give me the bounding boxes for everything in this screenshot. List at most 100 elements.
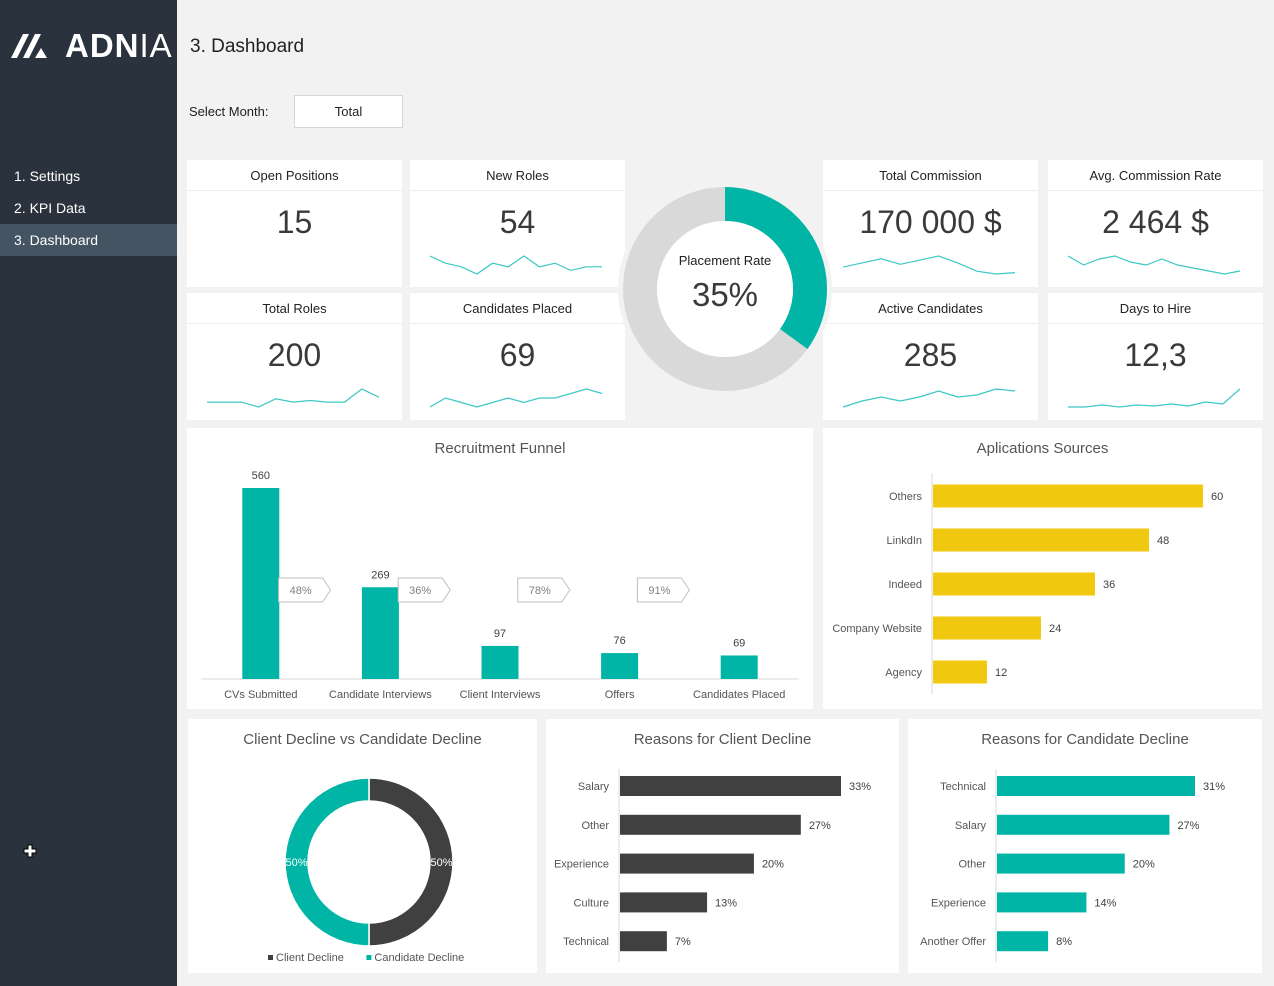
legend-label: Client Decline <box>276 952 344 964</box>
category-label: Salary <box>955 820 987 832</box>
kpi-sparkline <box>842 388 1016 408</box>
kpi-total-roles: Total Roles 200 <box>187 293 402 420</box>
bar-value-label: 33% <box>849 781 871 793</box>
category-label: Company Website <box>832 623 922 635</box>
bar <box>620 776 841 796</box>
category-label: Experience <box>931 897 986 909</box>
kpi-open-positions: Open Positions 15 <box>187 160 402 287</box>
funnel-bar <box>720 655 758 679</box>
kpi-title: Total Commission <box>823 160 1038 191</box>
conversion-label: 36% <box>409 585 431 597</box>
bar <box>933 528 1149 552</box>
kpi-sparkline <box>207 388 380 408</box>
bar-value-label: 20% <box>762 859 784 871</box>
kpi-new-roles: New Roles 54 <box>410 160 625 287</box>
category-label: Other <box>581 820 609 832</box>
sidebar: ADNIA 1. Settings 2. KPI Data 3. Dashboa… <box>0 0 177 986</box>
sparkline-path <box>842 255 1016 275</box>
logo-text-thin: IA <box>139 27 173 64</box>
adnia-logo-icon <box>11 34 47 58</box>
kpi-value: 12,3 <box>1124 337 1187 373</box>
bar <box>933 572 1095 596</box>
kpi-value: 285 <box>903 337 958 373</box>
kpi-value: 15 <box>276 204 313 240</box>
bar-value-label: 27% <box>809 820 831 832</box>
month-select[interactable]: Total <box>294 95 403 128</box>
bar-value-label: 269 <box>371 569 389 581</box>
bar-value-label: 14% <box>1094 897 1116 909</box>
kpi-value: 69 <box>499 337 536 373</box>
recruitment-funnel-chart: 560 CVs Submitted 269 Candidate Interviews 9… <box>201 470 799 701</box>
conversion-arrow: 36% <box>397 577 451 603</box>
crosshair-cursor-icon <box>23 844 37 858</box>
logo: ADNIA <box>9 28 173 64</box>
bar <box>997 776 1195 796</box>
select-month-label: Select Month: <box>189 104 269 119</box>
category-label: Experience <box>554 859 609 871</box>
bar-value-label: 24 <box>1049 623 1061 635</box>
bar-value-label: 27% <box>1177 820 1199 832</box>
category-label: Indeed <box>888 579 922 591</box>
category-label: Technical <box>563 936 609 948</box>
bar-value-label: 36 <box>1103 579 1115 591</box>
bar <box>620 853 754 874</box>
bar <box>620 892 708 913</box>
bar <box>933 616 1041 640</box>
category-label: Culture <box>574 897 609 909</box>
bar <box>933 660 987 684</box>
bar <box>997 892 1087 913</box>
sidebar-item-dashboard[interactable]: 3. Dashboard <box>0 224 177 256</box>
conversion-arrow: 78% <box>517 577 571 603</box>
conversion-label: 78% <box>529 585 551 597</box>
sidebar-item-settings[interactable]: 1. Settings <box>0 160 177 192</box>
kpi-title: Days to Hire <box>1048 293 1263 324</box>
kpi-days-to-hire: Days to Hire 12,3 <box>1048 293 1263 420</box>
kpi-value: 170 000 $ <box>859 204 1002 240</box>
kpi-sparkline <box>1067 255 1241 275</box>
category-label: Offers <box>605 689 635 701</box>
bar-value-label: 13% <box>715 897 737 909</box>
bar-value-label: 76 <box>613 635 625 647</box>
conversion-arrow: 91% <box>636 577 691 603</box>
placement-rate-gauge: Placement Rate 35% <box>618 182 832 396</box>
kpi-sparkline <box>429 255 602 275</box>
category-label: Agency <box>885 667 922 679</box>
bar-value-label: 31% <box>1203 781 1225 793</box>
funnel-bar <box>242 488 280 679</box>
candidate-decline-chart: Technical 31% Salary 27% Other 20% Experience 1… <box>920 769 1225 962</box>
category-label: Salary <box>578 781 610 793</box>
category-label: Other <box>958 859 986 871</box>
category-label: Technical <box>940 781 986 793</box>
bar-value-label: 48 <box>1157 535 1169 547</box>
kpi-value: 2 464 $ <box>1102 204 1209 240</box>
sparkline-path <box>207 388 380 408</box>
candidate-decline-panel: Reasons for Candidate Decline Technical 3… <box>908 719 1262 973</box>
client-decline-chart: Salary 33% Other 27% Experience 20% Culture 13%… <box>554 769 871 962</box>
bar-value-label: 20% <box>1133 859 1155 871</box>
bar <box>620 814 801 835</box>
sparkline-path <box>429 255 602 275</box>
kpi-sparkline <box>429 388 603 408</box>
placement-rate-label: Placement Rate <box>679 253 772 268</box>
kpi-sparkline <box>1068 388 1241 408</box>
legend-swatch <box>268 955 273 960</box>
bar <box>997 814 1170 835</box>
decline-split-donut: 50% 50% Client Decline Candidate Decline <box>268 777 464 964</box>
category-label: Candidate Interviews <box>329 689 432 701</box>
legend-label: Candidate Decline <box>374 952 464 964</box>
kpi-candidates-placed: Candidates Placed 69 <box>410 293 625 420</box>
bar-value-label: 60 <box>1211 491 1223 503</box>
funnel-bar <box>601 653 639 679</box>
client-decline-panel: Reasons for Client Decline Salary 33% Othe… <box>546 719 899 973</box>
sidebar-item-kpi-data[interactable]: 2. KPI Data <box>0 192 177 224</box>
bar <box>997 931 1049 952</box>
kpi-title: Total Roles <box>187 293 402 324</box>
kpi-active-candidates: Active Candidates 285 <box>823 293 1038 420</box>
kpi-sparkline <box>842 255 1016 275</box>
conversion-arrow: 48% <box>278 577 332 603</box>
bar-value-label: 97 <box>494 628 506 640</box>
kpi-title: Active Candidates <box>823 293 1038 324</box>
kpi-value: 54 <box>499 204 536 240</box>
logo-text: ADNIA <box>65 28 173 64</box>
sparkline-path <box>429 388 603 408</box>
